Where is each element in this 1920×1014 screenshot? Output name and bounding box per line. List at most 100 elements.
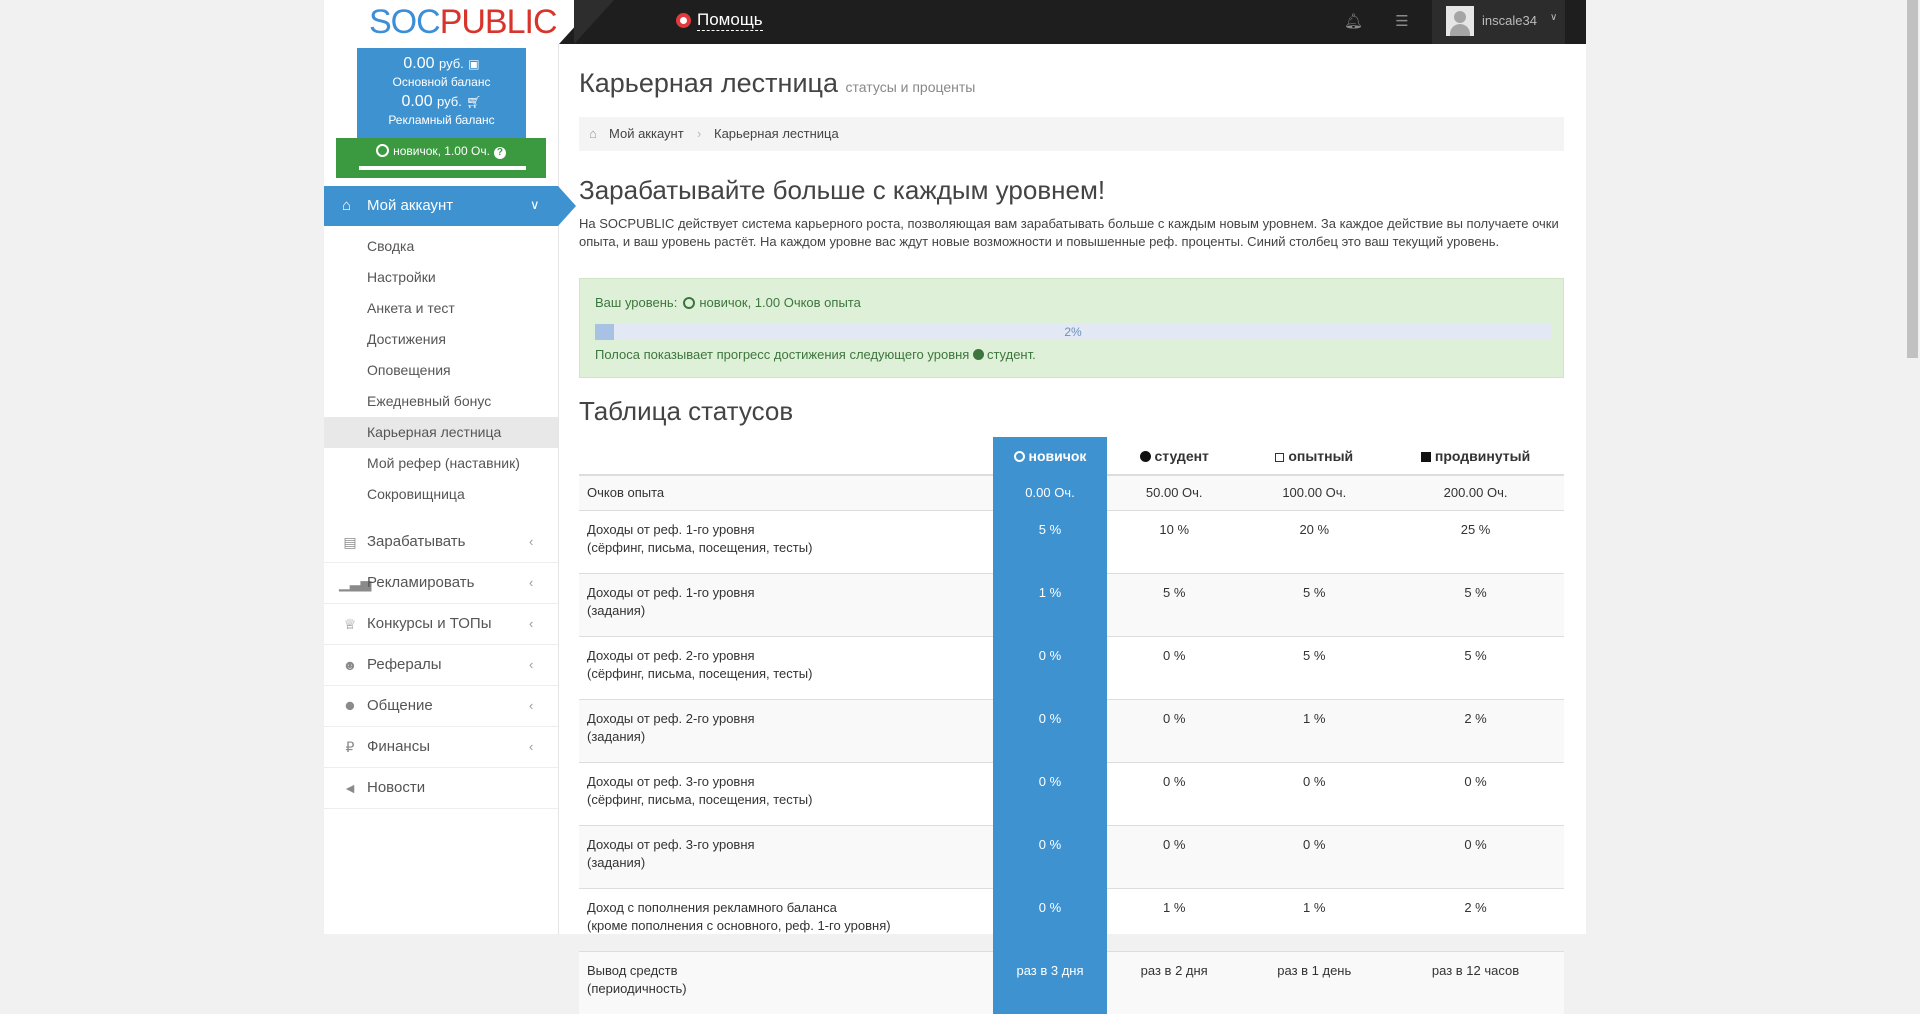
- row-label: Доходы от реф. 3-го уровня(сёрфинг, пись…: [579, 763, 993, 826]
- megaphone-icon: ◄: [339, 768, 361, 808]
- subnav-profile-test[interactable]: Анкета и тест: [324, 293, 558, 324]
- page-scrollbar[interactable]: [1905, 0, 1920, 934]
- table-row: Доход с пополнения рекламного баланса(кр…: [579, 889, 1564, 952]
- table-cell: 0 %: [993, 889, 1107, 952]
- table-cell: 2 %: [1387, 889, 1564, 952]
- chevron-left-icon: ‹: [529, 522, 533, 562]
- subnav-my-referrer[interactable]: Мой рефер (наставник): [324, 448, 558, 479]
- question-icon[interactable]: ?: [494, 147, 506, 159]
- table-cell: 0 %: [1387, 826, 1564, 889]
- novice-ring-icon: [1014, 451, 1025, 462]
- advanced-square-icon: [1421, 452, 1431, 462]
- table-row: Доходы от реф. 2-го уровня(сёрфинг, пись…: [579, 637, 1564, 700]
- table-cell: 0 %: [1107, 763, 1241, 826]
- table-row: Доходы от реф. 3-го уровня(задания) 0 % …: [579, 826, 1564, 889]
- main-nav: ▤Зарабатывать‹ ▁▃▅Рекламировать‹ ♕Конкур…: [324, 522, 558, 809]
- nav-advertise[interactable]: ▁▃▅Рекламировать‹: [324, 563, 558, 604]
- ad-balance[interactable]: 0.00 руб. 🛒︎: [357, 93, 526, 111]
- nav-finance[interactable]: ₽Финансы‹: [324, 727, 558, 768]
- balance-panel: 0.00 руб. ▣ Основной баланс 0.00 руб. 🛒︎…: [357, 48, 526, 142]
- topbar: SOCPUBLIC Помощь 🔔︎ ☰ inscale34 ∨: [324, 0, 1586, 44]
- page-subtitle: статусы и проценты: [846, 79, 976, 95]
- logo[interactable]: SOCPUBLIC: [369, 4, 557, 40]
- level-value: новичок, 1.00 Очков опыта: [699, 295, 861, 310]
- student-dot-icon: [1140, 451, 1151, 462]
- table-cell: 0 %: [1107, 826, 1241, 889]
- avatar: [1446, 6, 1474, 36]
- table-cell: 0 %: [1107, 637, 1241, 700]
- trophy-icon: ♕: [339, 604, 361, 644]
- ruble-icon: ₽: [339, 727, 361, 767]
- table-cell: 0 %: [993, 763, 1107, 826]
- lifebuoy-icon: [676, 13, 691, 28]
- table-cell: 1 %: [1241, 889, 1387, 952]
- subnav-summary[interactable]: Сводка: [324, 231, 558, 262]
- intro-text: На SOCPUBLIC действует система карьерног…: [579, 215, 1559, 251]
- table-cell: 1 %: [1107, 889, 1241, 952]
- subnav-achievements[interactable]: Достижения: [324, 324, 558, 355]
- table-cell: 25 %: [1387, 511, 1564, 574]
- table-cell: 5 %: [993, 511, 1107, 574]
- row-label: Очков опыта: [579, 475, 993, 511]
- col-advanced: продвинутый: [1387, 438, 1564, 476]
- table-cell: 20 %: [1241, 511, 1387, 574]
- subnav-settings[interactable]: Настройки: [324, 262, 558, 293]
- status-panel[interactable]: новичок, 1.00 Оч.?: [336, 138, 546, 178]
- chat-bubbles-icon[interactable]: ☰: [1393, 14, 1411, 30]
- logo-area[interactable]: SOCPUBLIC: [324, 0, 559, 44]
- table-cell: 0 %: [993, 700, 1107, 763]
- subnav-treasury[interactable]: Сокровищница: [324, 479, 558, 510]
- briefcase-icon: ▤: [339, 522, 361, 562]
- sidebar: 0.00 руб. ▣ Основной баланс 0.00 руб. 🛒︎…: [324, 44, 559, 934]
- section-heading: Зарабатывайте больше с каждым уровнем!: [579, 175, 1105, 206]
- chevron-left-icon: ‹: [529, 563, 533, 603]
- col-experienced: опытный: [1241, 438, 1387, 476]
- row-label: Доход с пополнения рекламного баланса(кр…: [579, 889, 993, 952]
- money-icon: ▣: [468, 57, 479, 71]
- table-row: Доходы от реф. 1-го уровня(сёрфинг, пись…: [579, 511, 1564, 574]
- main-balance[interactable]: 0.00 руб. ▣: [357, 55, 526, 73]
- table-header-empty: [579, 438, 993, 476]
- user-menu[interactable]: inscale34 ∨: [1432, 0, 1565, 44]
- row-label: Доходы от реф. 2-го уровня(задания): [579, 700, 993, 763]
- experienced-square-icon: [1275, 453, 1284, 462]
- level-panel: Ваш уровень:новичок, 1.00 Очков опыта 2%…: [579, 278, 1564, 378]
- nav-earn[interactable]: ▤Зарабатывать‹: [324, 522, 558, 563]
- help-link[interactable]: Помощь: [676, 10, 763, 31]
- subnav-daily-bonus[interactable]: Ежедневный бонус: [324, 386, 558, 417]
- scrollbar-thumb[interactable]: [1907, 0, 1918, 358]
- home-icon: ⌂: [589, 117, 597, 151]
- student-dot-icon: [973, 349, 984, 360]
- col-student: студент: [1107, 438, 1241, 476]
- table-cell: 5 %: [1387, 637, 1564, 700]
- table-cell: 10 %: [1107, 511, 1241, 574]
- bell-icon[interactable]: 🔔︎: [1344, 14, 1362, 30]
- row-label: Доходы от реф. 2-го уровня(сёрфинг, пись…: [579, 637, 993, 700]
- ad-balance-label: Рекламный баланс: [357, 113, 526, 127]
- table-cell: 0 %: [1241, 763, 1387, 826]
- row-label: Доходы от реф. 3-го уровня(задания): [579, 826, 993, 889]
- novice-ring-icon: [683, 297, 695, 309]
- bar-chart-icon: ▁▃▅: [339, 563, 361, 603]
- table-cell: 5 %: [1107, 574, 1241, 637]
- table-row: Доходы от реф. 1-го уровня(задания) 1 % …: [579, 574, 1564, 637]
- subnav-career-ladder[interactable]: Карьерная лестница: [324, 417, 558, 448]
- table-row: Очков опыта 0.00 Оч. 50.00 Оч. 100.00 Оч…: [579, 475, 1564, 511]
- nav-my-account[interactable]: ⌂ Мой аккаунт ∨: [324, 186, 558, 226]
- table-cell: 1 %: [1241, 700, 1387, 763]
- nav-news[interactable]: ◄Новости: [324, 768, 558, 809]
- status-text: новичок, 1.00 Оч.: [393, 144, 490, 158]
- table-row: Вывод средств(периодичность) раз в 3 дня…: [579, 952, 1564, 1014]
- col-novice: новичок: [993, 438, 1107, 476]
- breadcrumb-my-account[interactable]: Мой аккаунт: [609, 117, 684, 151]
- nav-communication[interactable]: ●Общение‹: [324, 686, 558, 727]
- table-cell: раз в 12 часов: [1387, 952, 1564, 1014]
- breadcrumb: ⌂ Мой аккаунт › Карьерная лестница: [579, 117, 1564, 151]
- table-cell: 200.00 Оч.: [1387, 475, 1564, 511]
- subnav-notifications[interactable]: Оповещения: [324, 355, 558, 386]
- table-cell: раз в 1 день: [1241, 952, 1387, 1014]
- nav-contests[interactable]: ♕Конкурсы и ТОПы‹: [324, 604, 558, 645]
- nav-referrals[interactable]: ☻☻Рефералы‹: [324, 645, 558, 686]
- chevron-down-icon: ∨: [530, 197, 540, 213]
- novice-ring-icon: [376, 144, 389, 157]
